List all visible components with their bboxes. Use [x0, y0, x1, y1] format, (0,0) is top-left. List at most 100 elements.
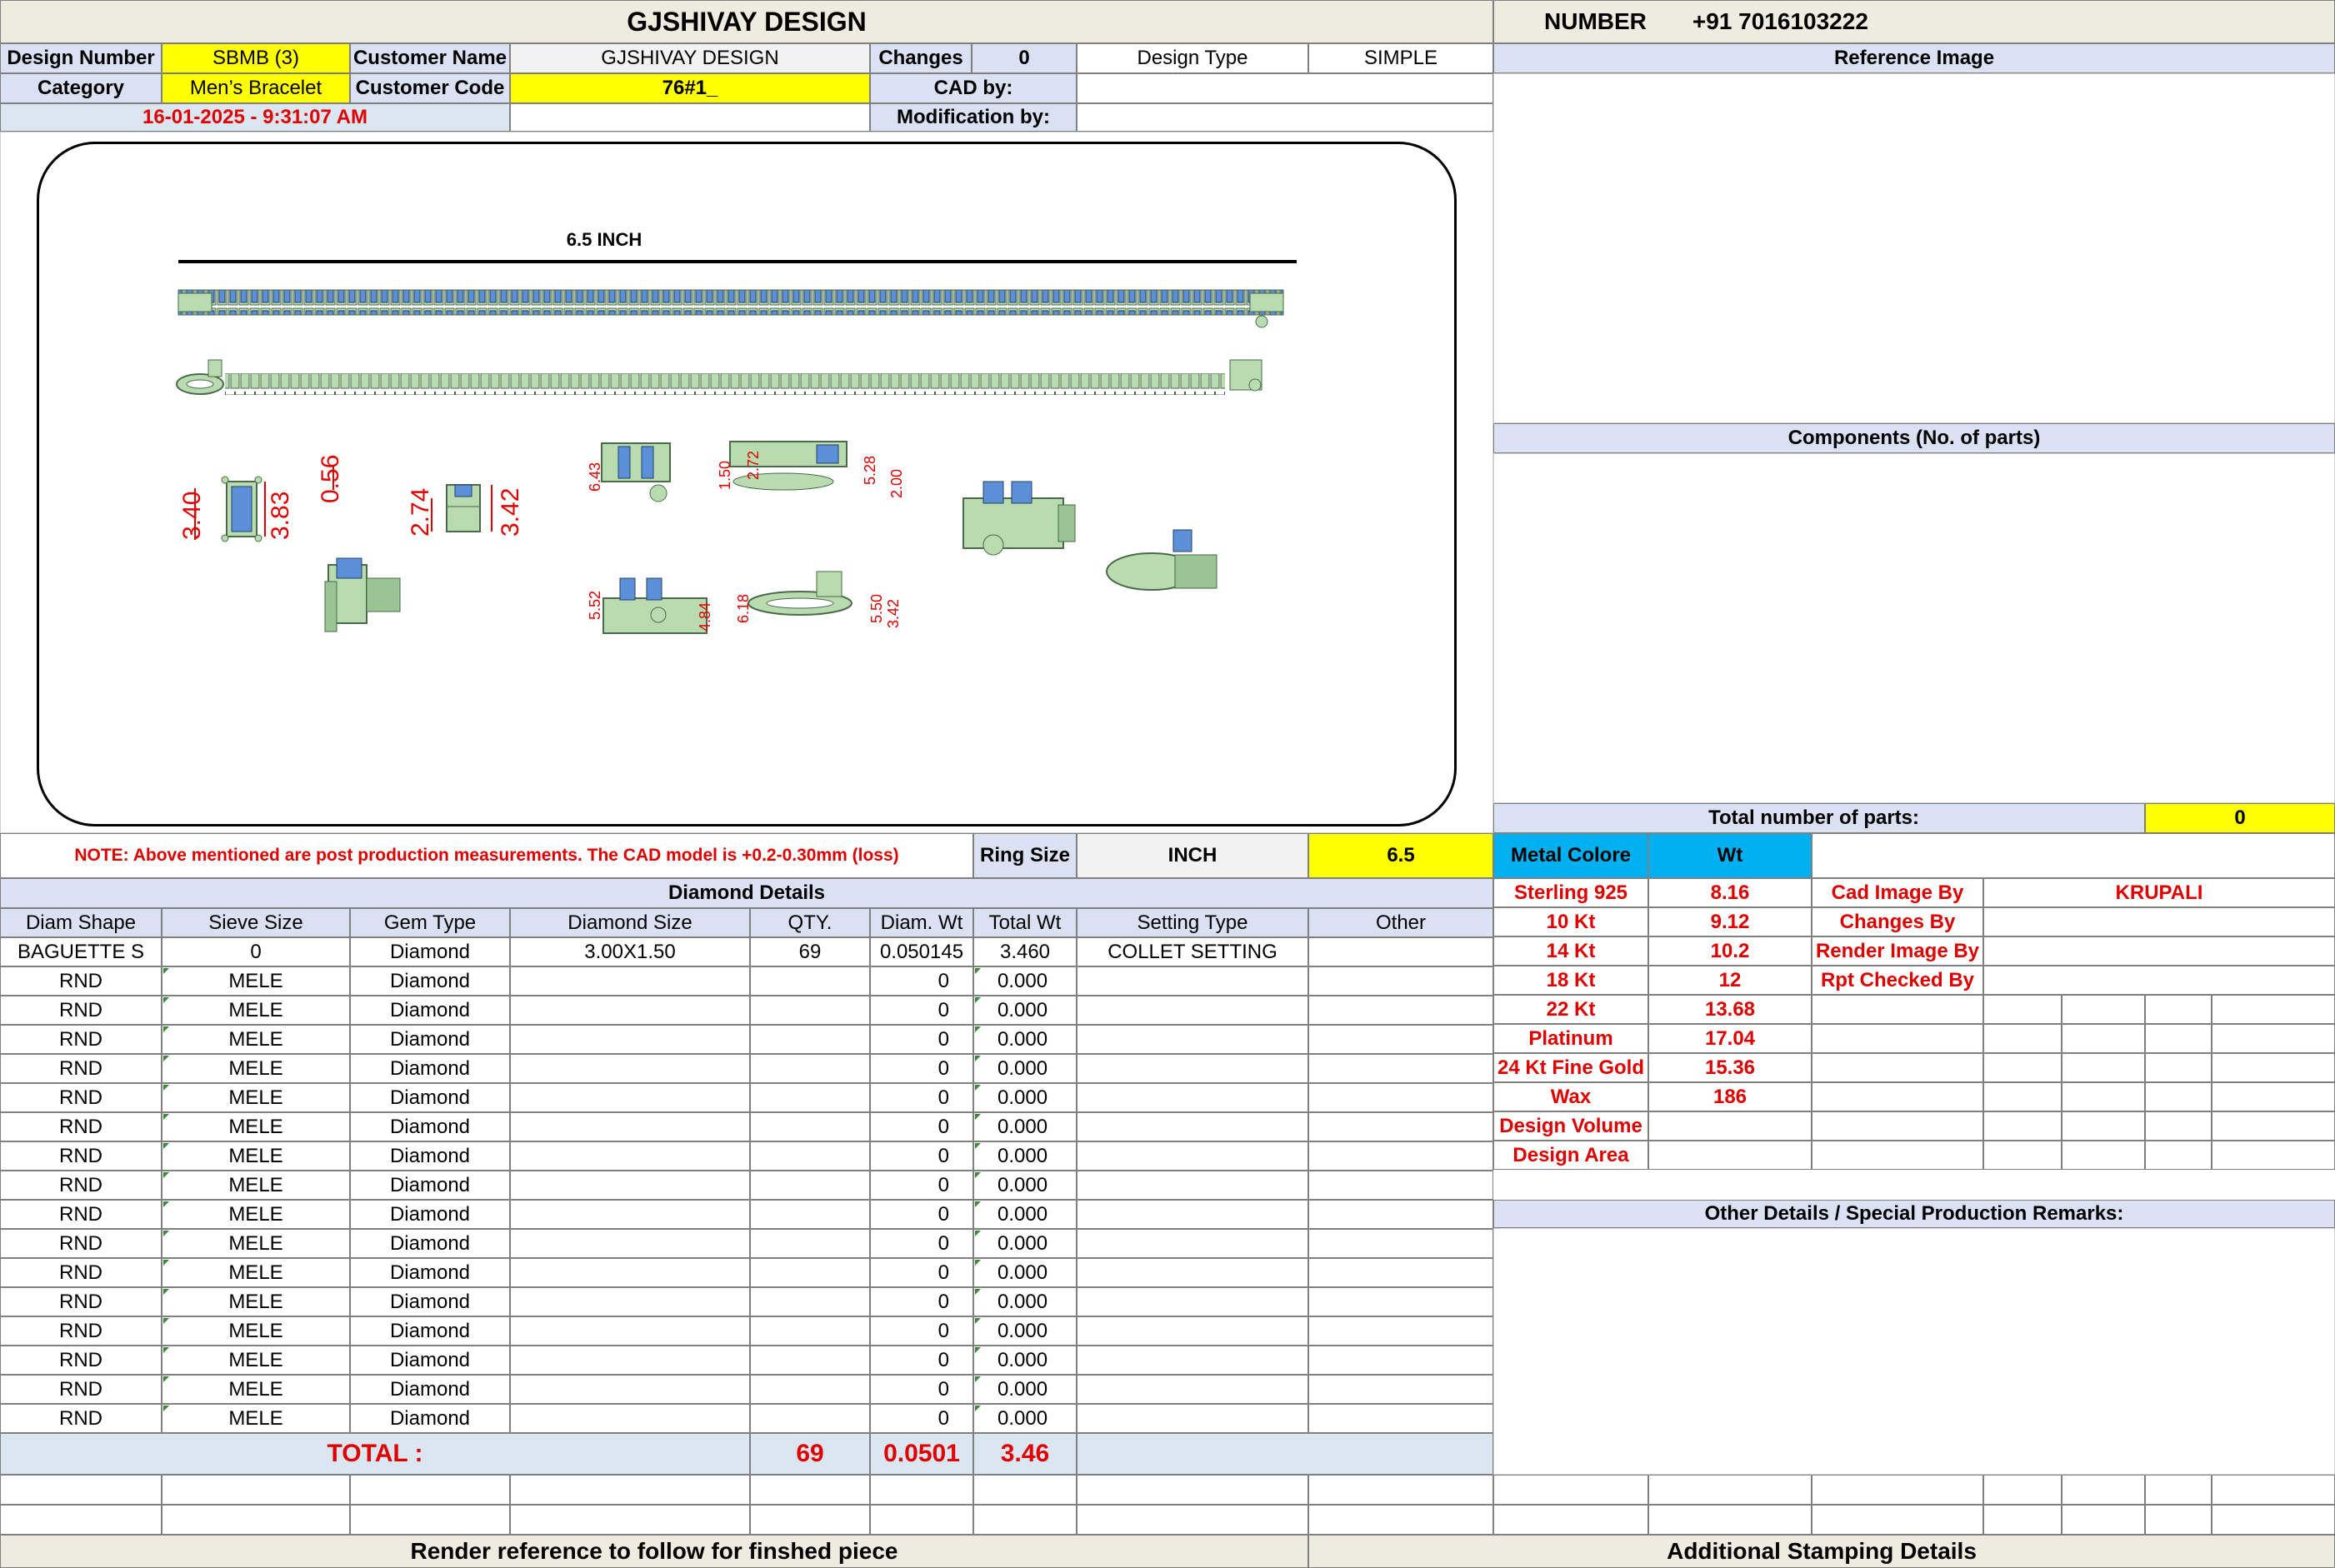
diamond-cell: 0.000 [973, 1346, 1077, 1375]
reference-image-label: Reference Image [1493, 43, 2335, 73]
diamond-cell: RND [0, 1375, 162, 1404]
diamond-cell: 0 [870, 1025, 973, 1054]
blank-cell [750, 1475, 870, 1505]
grid-cell [1812, 1024, 1983, 1053]
diamond-cell: 0 [870, 966, 973, 996]
customer-name-label: Customer Name [350, 43, 510, 73]
diamond-cell: Diamond [350, 1229, 510, 1258]
diamond-cell: 0.050145 [870, 937, 973, 966]
diamond-cell: 0.000 [973, 1287, 1077, 1316]
diamond-cell [1308, 1404, 1493, 1433]
components-label: Components (No. of parts) [1493, 423, 2335, 453]
modification-value[interactable] [1077, 103, 1493, 132]
diamond-cell: Diamond [350, 1200, 510, 1229]
diamond-cell [1308, 1112, 1493, 1141]
blank-cell [1077, 1475, 1308, 1505]
metal-wt: 10.2 [1648, 936, 1812, 966]
diamond-cell: RND [0, 1229, 162, 1258]
diamond-cell [1077, 1054, 1308, 1083]
diamond-cell [1077, 966, 1308, 996]
grid-cell [2212, 995, 2335, 1024]
diamond-cell [750, 1316, 870, 1346]
diamond-cell: 0 [870, 1258, 973, 1287]
changes-value[interactable]: 0 [972, 43, 1077, 73]
ring-size-value[interactable]: 6.5 [1308, 833, 1493, 878]
diamond-cell [1308, 1375, 1493, 1404]
grid-cell [2212, 1053, 2335, 1082]
diamond-cell [1308, 937, 1493, 966]
changes-label: Changes [870, 43, 972, 73]
design-number-value[interactable]: SBMB (3) [162, 43, 350, 73]
diamond-cell: 0 [870, 1112, 973, 1141]
cad-by-value[interactable] [1077, 73, 1493, 103]
blank-cell [2212, 1475, 2335, 1505]
category-value[interactable]: Men’s Bracelet [162, 73, 350, 103]
diamond-cell: MELE [162, 996, 350, 1025]
metal-wt: 13.68 [1648, 995, 1812, 1024]
total-wt: 3.46 [1000, 1440, 1050, 1467]
dim-label: 2.00 [888, 469, 905, 498]
diamond-cell: Diamond [350, 1054, 510, 1083]
diamond-cell [510, 1229, 750, 1258]
diamond-cell: 0.000 [973, 1112, 1077, 1141]
diamond-cell: 0 [870, 1346, 973, 1375]
diamond-cell [510, 1375, 750, 1404]
dim-label: 2.74 [407, 488, 434, 537]
diamond-cell: 0.000 [973, 1375, 1077, 1404]
diamond-cell [750, 1025, 870, 1054]
customer-code-value[interactable]: 76#1_ [510, 73, 870, 103]
total-label: TOTAL : [327, 1440, 423, 1467]
diamond-cell: Diamond [350, 1171, 510, 1200]
total-parts-label: Total number of parts: [1493, 803, 2145, 833]
contact-number-cell: NUMBER +91 7016103222 [1493, 0, 2335, 43]
metal-color-label: Metal Colore [1493, 833, 1648, 878]
diamond-cell: MELE [162, 1025, 350, 1054]
diamond-cell [1077, 1258, 1308, 1287]
diamond-cell: 0.000 [973, 1141, 1077, 1171]
diamond-cell: MELE [162, 1141, 350, 1171]
company-title: GJSHIVAY DESIGN [0, 0, 1493, 43]
credit-label: Changes By [1812, 907, 1983, 936]
blank-cell [2062, 1475, 2145, 1505]
diamond-cell [750, 1141, 870, 1171]
diamond-cell: Diamond [350, 1346, 510, 1375]
grid-cell [2212, 1082, 2335, 1111]
diamond-cell: 0.000 [973, 1229, 1077, 1258]
ring-size-label: Ring Size [973, 833, 1077, 878]
diamond-header-cell: Sieve Size [162, 908, 350, 937]
grid-cell [2145, 1141, 2212, 1170]
diamond-cell [1308, 1054, 1493, 1083]
diamond-cell [750, 1346, 870, 1375]
diamond-header-cell: Diam. Wt [870, 908, 973, 937]
diamond-cell: 0.000 [973, 1025, 1077, 1054]
diamond-cell: 0.000 [973, 1083, 1077, 1112]
dim-label: 3.83 [267, 492, 294, 540]
other-details-area[interactable] [1493, 1228, 2335, 1475]
diamond-cell: Diamond [350, 1316, 510, 1346]
diamond-cell: RND [0, 1083, 162, 1112]
dim-label: 5.28 [862, 456, 878, 485]
diamond-cell [750, 996, 870, 1025]
diamond-cell: MELE [162, 1200, 350, 1229]
diamond-cell [750, 1171, 870, 1200]
total-parts-value[interactable]: 0 [2145, 803, 2335, 833]
diamond-cell [750, 1200, 870, 1229]
customer-name-value[interactable]: GJSHIVAY DESIGN [510, 43, 870, 73]
dim-label: 5.50 [868, 594, 885, 623]
dim-label: 3.42 [885, 599, 902, 628]
diamond-cell [1077, 1141, 1308, 1171]
grid-cell [2145, 995, 2212, 1024]
design-type-value[interactable]: SIMPLE [1308, 43, 1493, 73]
dim-label: 6.43 [587, 462, 603, 492]
note-cell: NOTE: Above mentioned are post productio… [0, 833, 973, 878]
diamond-cell: Diamond [350, 1258, 510, 1287]
blank-cell [0, 1475, 162, 1505]
diamond-cell: RND [0, 1346, 162, 1375]
bracelet-top-view [178, 289, 1284, 316]
timestamp: 16-01-2025 - 9:31:07 AM [142, 106, 368, 128]
diamond-cell: Diamond [350, 1141, 510, 1171]
diamond-cell: MELE [162, 1287, 350, 1316]
timestamp-blank [510, 103, 870, 132]
diamond-cell [750, 1258, 870, 1287]
diamond-cell: 0.000 [973, 1054, 1077, 1083]
